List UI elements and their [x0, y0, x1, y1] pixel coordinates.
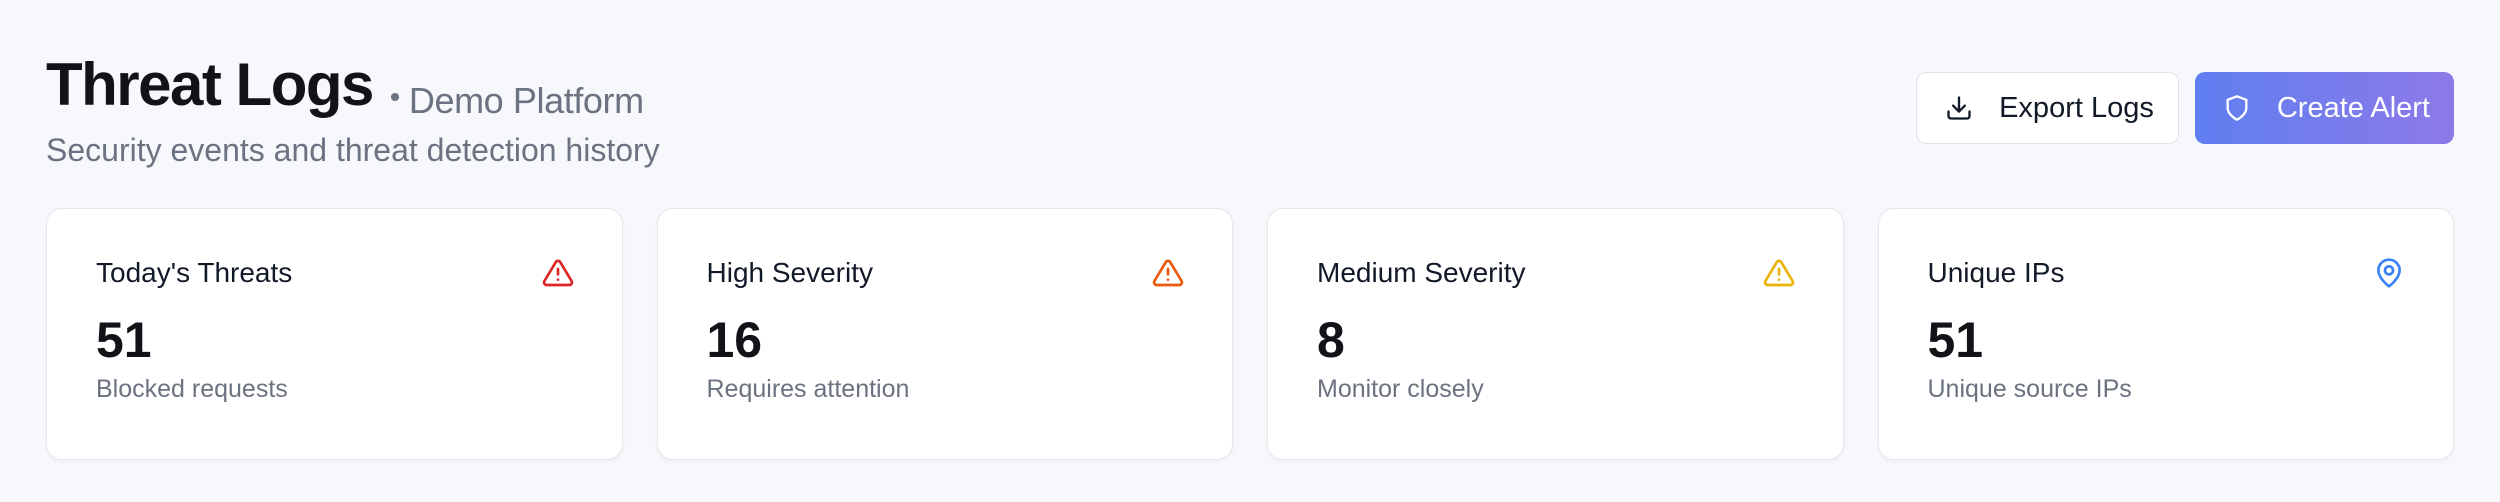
alert-triangle-icon	[1152, 259, 1184, 287]
page-title: Threat Logs	[46, 51, 374, 118]
separator-dot	[390, 93, 399, 101]
card-value: 16	[706, 312, 763, 368]
download-icon	[1947, 96, 1971, 120]
platform-name: Demo Platform	[408, 80, 644, 121]
alert-triangle-icon	[1763, 259, 1794, 287]
stat-card-high-severity: High Severity 16 Requires attention	[656, 208, 1233, 460]
card-subtitle: Blocked requests	[96, 375, 288, 403]
export-logs-button[interactable]: Export Logs	[1916, 72, 2179, 144]
stat-card-todays-threats: Today's Threats 51 Blocked requests	[46, 208, 623, 460]
card-value: 51	[1927, 312, 1984, 368]
card-value: 51	[96, 312, 152, 368]
card-subtitle: Requires attention	[706, 375, 910, 403]
alert-triangle-icon	[542, 259, 573, 287]
stat-card-unique-ips: Unique IPs 51 Unique source IPs	[1877, 208, 2454, 460]
card-title: Unique IPs	[1927, 257, 2065, 288]
header-actions: Export Logs Create Alert	[1916, 72, 2454, 144]
page-header: Threat Logs Demo Platform Security event…	[46, 50, 2454, 170]
map-pin-icon	[2377, 258, 2401, 288]
threat-logs-page: Threat Logs Demo Platform Security event…	[0, 0, 2500, 502]
create-alert-button[interactable]: Create Alert	[2194, 72, 2454, 144]
platform-label: Demo Platform	[390, 80, 644, 122]
card-title: Medium Severity	[1317, 257, 1526, 288]
card-value: 8	[1317, 312, 1345, 368]
card-subtitle: Unique source IPs	[1927, 375, 2132, 403]
stats-cards: Today's Threats 51 Blocked requests High…	[46, 208, 2454, 460]
card-title: Today's Threats	[96, 257, 293, 288]
shield-icon	[2226, 95, 2248, 121]
export-logs-label: Export Logs	[1999, 91, 2154, 124]
card-title: High Severity	[706, 257, 874, 288]
card-subtitle: Monitor closely	[1317, 375, 1484, 403]
create-alert-label: Create Alert	[2276, 91, 2430, 124]
stat-card-medium-severity: Medium Severity 8 Monitor closely	[1267, 208, 1844, 460]
